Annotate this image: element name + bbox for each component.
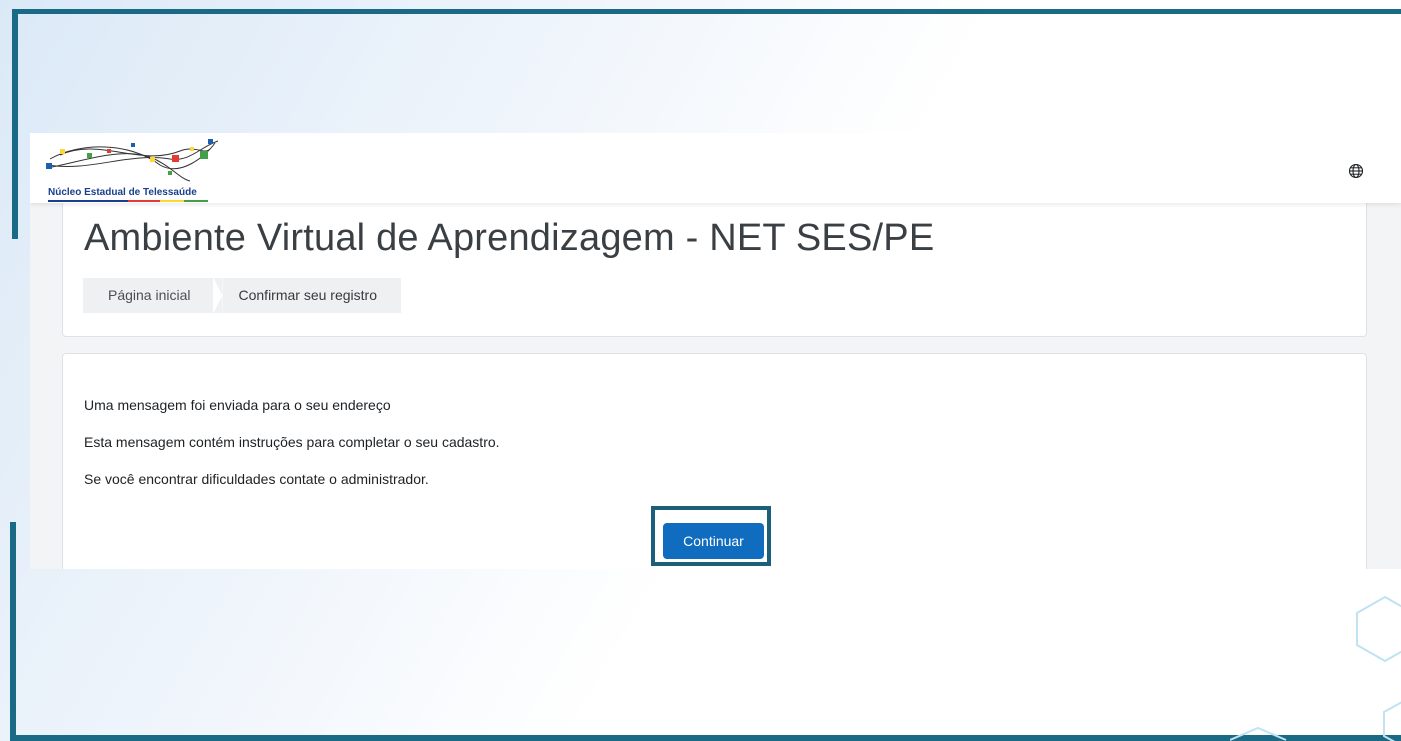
breadcrumb-separator <box>212 278 223 313</box>
page-header-card: Ambiente Virtual de Aprendizagem - NET S… <box>62 191 1367 337</box>
page-title: Ambiente Virtual de Aprendizagem - NET S… <box>84 217 935 259</box>
frame-left-border-bottom <box>10 522 16 741</box>
continue-button[interactable]: Continuar <box>663 523 764 559</box>
breadcrumb-item-current: Confirmar seu registro <box>238 287 378 303</box>
hexagon-decoration-icon <box>1356 595 1401 663</box>
message-sent-text: Uma mensagem foi enviada para o seu ende… <box>84 397 391 413</box>
globe-icon[interactable] <box>1348 163 1364 179</box>
logo-text: Núcleo Estadual de Telessaúde <box>48 187 197 198</box>
frame-left-border-top <box>12 9 18 239</box>
logo-underline <box>48 200 208 202</box>
hexagon-decoration-icon-2 <box>1383 701 1401 741</box>
network-logo-icon <box>46 139 219 182</box>
breadcrumb: Página inicial Confirmar seu registro <box>83 278 401 313</box>
message-instructions-text: Esta mensagem contém instruções para com… <box>84 434 500 450</box>
frame-top-border <box>12 9 1401 14</box>
navbar: Núcleo Estadual de Telessaúde <box>30 133 1401 203</box>
hexagon-decoration-icon-3 <box>1230 726 1287 741</box>
site-logo[interactable]: Núcleo Estadual de Telessaúde <box>40 137 230 202</box>
message-help-text: Se você encontrar dificuldades contate o… <box>84 471 429 487</box>
frame-bottom-border <box>10 735 1401 741</box>
breadcrumb-item-home[interactable]: Página inicial <box>83 278 213 313</box>
browser-screen: Núcleo Estadual de Telessaúde Ambiente V… <box>30 133 1401 569</box>
